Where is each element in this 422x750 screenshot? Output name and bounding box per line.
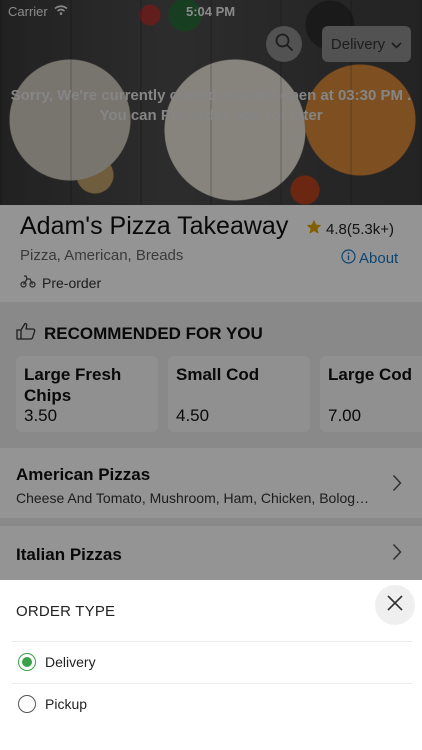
radio-unselected[interactable]: [18, 695, 36, 713]
radio-selected[interactable]: [18, 653, 36, 671]
close-button[interactable]: [375, 585, 415, 625]
radio-dot: [22, 657, 32, 667]
order-option-label: Pickup: [45, 696, 88, 712]
close-icon: [386, 594, 404, 617]
order-type-sheet: ORDER TYPE Delivery Pickup: [0, 580, 422, 750]
sheet-divider: [12, 683, 412, 684]
modal-backdrop[interactable]: [0, 0, 422, 580]
order-option-label: Delivery: [45, 654, 96, 670]
restaurant-page: Carrier 5:04 PM Delivery Sorry, We're cu…: [0, 0, 422, 750]
sheet-divider: [12, 641, 412, 642]
order-option-delivery[interactable]: Delivery: [18, 653, 96, 671]
order-option-pickup[interactable]: Pickup: [18, 695, 87, 713]
sheet-title: ORDER TYPE: [16, 603, 116, 620]
